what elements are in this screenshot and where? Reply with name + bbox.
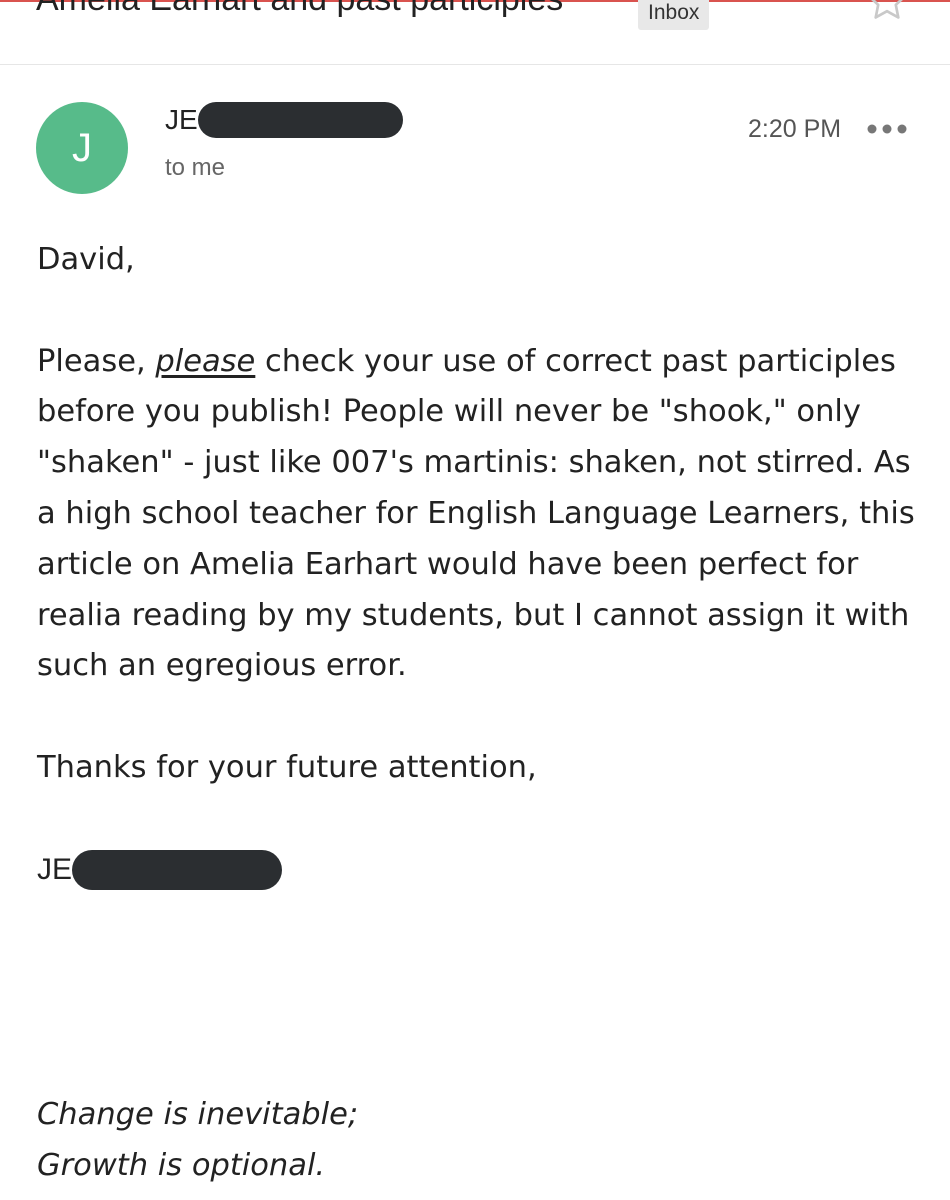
emphasized-word: please [155,343,256,379]
redacted-signature [72,849,283,890]
star-icon[interactable] [864,0,910,24]
sender-name: JE [165,104,198,135]
more-options-icon[interactable] [866,122,908,136]
paragraph-start: Please, [37,343,156,379]
email-time: 2:20 PM [748,115,842,143]
sender-row[interactable]: JE [165,100,403,140]
greeting: David, [37,242,135,277]
paragraph-rest: check your use of correct past participl… [37,343,915,684]
signature: JE [37,845,917,896]
signature-name: JE [37,852,73,886]
closing-line: Thanks for your future attention, [37,749,537,785]
email-body: David, Please, please check your use of … [37,235,917,895]
main-paragraph: Please, please check your use of correct… [37,337,917,693]
sender-avatar[interactable]: J [36,102,128,194]
email-header: Amelia Earhart and past participles Inbo… [0,0,950,65]
quote-line-1: Change is inevitable; [37,1097,359,1132]
recipient-label[interactable]: to me [165,154,225,182]
signature-quote: Change is inevitable; Growth is optional… [37,1090,358,1192]
quote-line-2: Growth is optional. [37,1147,326,1183]
redacted-sender-name [197,102,403,138]
inbox-label-badge[interactable]: Inbox [638,0,710,30]
email-subject: Amelia Earhart and past participles [36,0,563,19]
